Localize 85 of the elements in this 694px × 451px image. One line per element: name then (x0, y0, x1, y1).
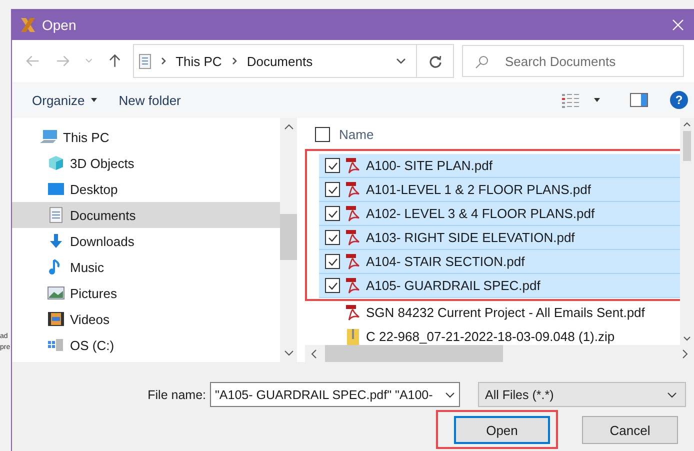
breadcrumb-item[interactable]: Documents (246, 54, 313, 68)
drive-icon (47, 337, 65, 353)
scrollbar[interactable] (680, 118, 694, 345)
horizontal-scrollbar[interactable] (305, 345, 694, 362)
sidebar-item[interactable]: Documents (12, 202, 280, 228)
up-arrow-icon[interactable] (108, 54, 121, 68)
computer-icon (40, 129, 58, 145)
check-icon (328, 282, 338, 290)
checkbox[interactable] (325, 206, 340, 221)
chevron-right-icon (232, 57, 237, 65)
chevron-down-icon[interactable] (683, 336, 691, 341)
address-bar[interactable]: This PC Documents (132, 44, 454, 78)
checkbox[interactable] (325, 254, 340, 269)
file-row[interactable]: A104- STAIR SECTION.pdf (319, 250, 680, 274)
pdf-icon (346, 278, 360, 294)
pdf-icon (346, 158, 360, 174)
zip-folder-icon (346, 328, 360, 344)
organize-menu[interactable]: Organize (32, 92, 105, 108)
pdf-icon (346, 182, 360, 198)
file-type-dropdown[interactable]: All Files (*.*) (478, 382, 686, 407)
breadcrumb-item[interactable]: This PC (176, 54, 222, 68)
file-row[interactable]: A101-LEVEL 1 & 2 FLOOR PLANS.pdf (319, 178, 680, 202)
chevron-right-icon (160, 57, 166, 65)
caret-icon[interactable] (594, 98, 600, 102)
search-field[interactable]: Search Documents (462, 45, 684, 77)
scroll-thumb[interactable] (683, 131, 691, 161)
close-icon[interactable] (672, 18, 684, 30)
document-icon (47, 207, 65, 223)
checkbox[interactable] (325, 230, 340, 245)
check-icon (328, 210, 338, 218)
file-row[interactable]: A103- RIGHT SIDE ELEVATION.pdf (319, 226, 680, 250)
scroll-thumb[interactable] (280, 214, 297, 260)
sidebar-item[interactable]: Pictures (12, 280, 280, 306)
window-title: Open (42, 16, 76, 32)
file-name-label: File name: (148, 388, 206, 402)
name-column-header[interactable]: Name (339, 126, 374, 142)
file-name-field[interactable]: "A105- GUARDRAIL SPEC.pdf" "A100- (210, 382, 460, 407)
scrollbar[interactable] (280, 118, 297, 362)
sidebar-item[interactable]: This PC (12, 124, 280, 150)
chevron-down-icon[interactable] (445, 392, 455, 398)
file-row[interactable]: A102- LEVEL 3 & 4 FLOOR PLANS.pdf (319, 202, 680, 226)
chevron-down-icon (667, 392, 677, 398)
check-icon (328, 258, 338, 266)
checkbox[interactable] (325, 278, 340, 293)
check-icon (328, 162, 338, 170)
chevron-up-icon[interactable] (683, 122, 691, 127)
chevron-down-icon[interactable] (396, 58, 406, 64)
check-icon (328, 186, 338, 194)
preview-pane-icon[interactable] (630, 93, 648, 107)
file-row[interactable]: C 22-968_07-21-2022-18-03-09.048 (1).zip (319, 325, 680, 345)
x-logo-icon (20, 16, 36, 32)
toolbar-button[interactable]: New folder (118, 92, 189, 108)
sidebar-item[interactable]: Downloads (12, 228, 280, 254)
check-icon (328, 234, 338, 242)
sidebar-item[interactable]: OS (C:) (12, 332, 280, 358)
sidebar-item[interactable]: Desktop (12, 176, 280, 202)
desktop-icon (47, 181, 65, 197)
view-options-icon[interactable] (562, 92, 580, 108)
file-row[interactable]: A105- GUARDRAIL SPEC.pdf (319, 274, 680, 298)
sidebar-item[interactable]: Music (12, 254, 280, 280)
chevron-right-icon[interactable] (682, 348, 688, 358)
cancel-button[interactable]: Cancel (582, 416, 678, 444)
picture-icon (47, 285, 65, 301)
file-row[interactable]: A100- SITE PLAN.pdf (319, 154, 680, 178)
document-icon (138, 54, 151, 68)
download-icon (47, 233, 65, 249)
sidebar-item[interactable]: Videos (12, 306, 280, 332)
open-button[interactable]: Open (454, 416, 550, 444)
chevron-left-icon[interactable] (311, 348, 317, 358)
scroll-thumb[interactable] (325, 345, 503, 362)
pdf-icon (346, 254, 360, 270)
select-all-checkbox[interactable] (315, 126, 330, 142)
pdf-icon (346, 206, 360, 222)
pdf-icon (346, 230, 360, 246)
file-row[interactable]: SGN 84232 Current Project - All Emails Sent.pdf (319, 301, 680, 325)
film-icon (47, 311, 65, 327)
sidebar-item[interactable]: 3D Objects (12, 150, 280, 176)
checkbox[interactable] (325, 158, 340, 173)
cube-icon (47, 155, 65, 171)
checkbox[interactable] (325, 182, 340, 197)
help-button[interactable]: ? (670, 91, 688, 109)
refresh-icon (428, 54, 442, 68)
chevron-down-icon[interactable] (284, 350, 294, 356)
chevron-up-icon[interactable] (284, 124, 294, 130)
pdf-icon (346, 304, 360, 320)
